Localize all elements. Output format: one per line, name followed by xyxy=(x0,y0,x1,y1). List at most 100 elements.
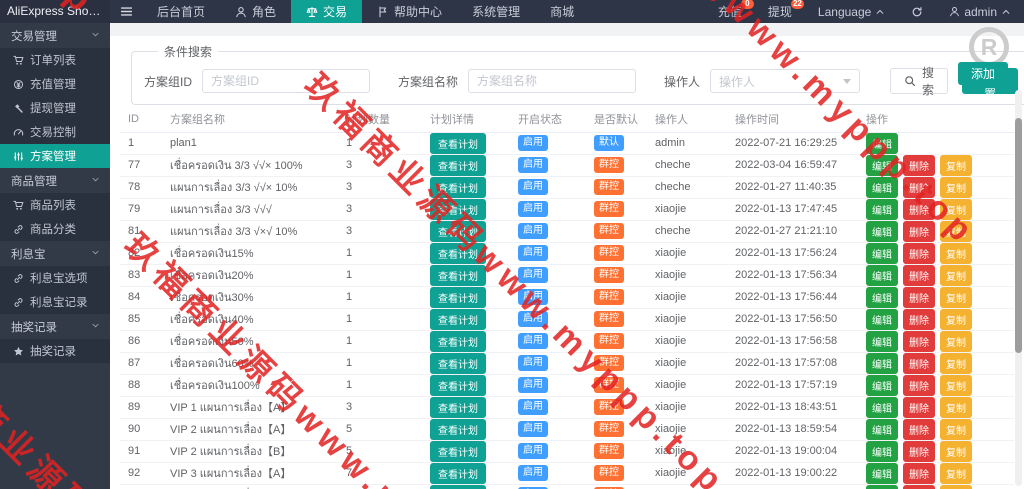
default-badge[interactable]: 群控 xyxy=(594,443,624,459)
edit-button[interactable]: 编辑 xyxy=(866,308,898,329)
status-badge[interactable]: 启用 xyxy=(518,201,548,217)
default-badge[interactable]: 群控 xyxy=(594,201,624,217)
default-badge[interactable]: 群控 xyxy=(594,465,624,481)
edit-button[interactable]: 编辑 xyxy=(866,220,898,241)
edit-button[interactable]: 编辑 xyxy=(866,352,898,373)
copy-button[interactable]: 复制 xyxy=(940,462,972,483)
copy-button[interactable]: 复制 xyxy=(940,374,972,395)
edit-button[interactable]: 编辑 xyxy=(866,418,898,439)
default-badge[interactable]: 默认 xyxy=(594,135,624,151)
sidebar-item-商品分类[interactable]: 商品分类 xyxy=(0,217,110,241)
edit-button[interactable]: 编辑 xyxy=(866,176,898,197)
status-badge[interactable]: 启用 xyxy=(518,289,548,305)
group-name-input[interactable] xyxy=(468,69,637,93)
copy-button[interactable]: 复制 xyxy=(940,484,972,489)
copy-button[interactable]: 复制 xyxy=(940,176,972,197)
default-badge[interactable]: 群控 xyxy=(594,157,624,173)
status-badge[interactable]: 启用 xyxy=(518,399,548,415)
view-plan-button[interactable]: 查看计划 xyxy=(430,198,486,219)
view-plan-button[interactable]: 查看计划 xyxy=(430,154,486,175)
topnav-item-system[interactable]: 系统管理 xyxy=(457,0,535,23)
view-plan-button[interactable]: 查看计划 xyxy=(430,176,486,197)
delete-button[interactable]: 删除 xyxy=(903,440,935,461)
view-plan-button[interactable]: 查看计划 xyxy=(430,352,486,373)
default-badge[interactable]: 群控 xyxy=(594,311,624,327)
status-badge[interactable]: 启用 xyxy=(518,443,548,459)
sidebar-item-订单列表[interactable]: 订单列表 xyxy=(0,48,110,72)
scrollbar-track[interactable] xyxy=(1015,90,1022,486)
view-plan-button[interactable]: 查看计划 xyxy=(430,396,486,417)
copy-button[interactable]: 复制 xyxy=(940,352,972,373)
view-plan-button[interactable]: 查看计划 xyxy=(430,132,486,153)
refresh-button[interactable] xyxy=(898,0,936,23)
operator-select[interactable]: 操作人 xyxy=(710,69,861,93)
delete-button[interactable]: 删除 xyxy=(903,352,935,373)
copy-button[interactable]: 复制 xyxy=(940,264,972,285)
menu-toggle-button[interactable] xyxy=(110,0,142,23)
delete-button[interactable]: 删除 xyxy=(903,286,935,307)
status-badge[interactable]: 启用 xyxy=(518,223,548,239)
copy-button[interactable]: 复制 xyxy=(940,220,972,241)
status-badge[interactable]: 启用 xyxy=(518,355,548,371)
edit-button[interactable]: 编辑 xyxy=(866,242,898,263)
view-plan-button[interactable]: 查看计划 xyxy=(430,462,486,483)
status-badge[interactable]: 启用 xyxy=(518,377,548,393)
delete-button[interactable]: 删除 xyxy=(903,154,935,175)
recharge-menu-item[interactable]: 充值 0 xyxy=(705,0,755,23)
language-menu-item[interactable]: Language xyxy=(805,0,898,23)
default-badge[interactable]: 群控 xyxy=(594,377,624,393)
user-menu-item[interactable]: admin xyxy=(936,0,1024,23)
view-plan-button[interactable]: 查看计划 xyxy=(430,242,486,263)
delete-button[interactable]: 删除 xyxy=(903,484,935,489)
default-badge[interactable]: 群控 xyxy=(594,333,624,349)
delete-button[interactable]: 删除 xyxy=(903,176,935,197)
status-badge[interactable]: 启用 xyxy=(518,333,548,349)
topnav-item-help[interactable]: 帮助中心 xyxy=(362,0,457,23)
sidebar-item-提现管理[interactable]: 提现管理 xyxy=(0,96,110,120)
delete-button[interactable]: 删除 xyxy=(903,308,935,329)
sidebar-item-交易控制[interactable]: 交易控制 xyxy=(0,120,110,144)
copy-button[interactable]: 复制 xyxy=(940,154,972,175)
edit-button[interactable]: 编辑 xyxy=(866,374,898,395)
sidebar-item-方案管理[interactable]: 方案管理 xyxy=(0,144,110,168)
status-badge[interactable]: 启用 xyxy=(518,267,548,283)
sidebar-item-商品列表[interactable]: 商品列表 xyxy=(0,193,110,217)
view-plan-button[interactable]: 查看计划 xyxy=(430,440,486,461)
copy-button[interactable]: 复制 xyxy=(940,242,972,263)
copy-button[interactable]: 复制 xyxy=(940,418,972,439)
sidebar-section-1[interactable]: 商品管理 xyxy=(0,168,110,193)
edit-button[interactable]: 编辑 xyxy=(866,396,898,417)
status-badge[interactable]: 启用 xyxy=(518,421,548,437)
status-badge[interactable]: 启用 xyxy=(518,311,548,327)
delete-button[interactable]: 删除 xyxy=(903,264,935,285)
status-badge[interactable]: 启用 xyxy=(518,157,548,173)
view-plan-button[interactable]: 查看计划 xyxy=(430,374,486,395)
sidebar-item-抽奖记录[interactable]: 抽奖记录 xyxy=(0,339,110,363)
default-badge[interactable]: 群控 xyxy=(594,223,624,239)
copy-button[interactable]: 复制 xyxy=(940,198,972,219)
delete-button[interactable]: 删除 xyxy=(903,462,935,483)
scrollbar-thumb[interactable] xyxy=(1015,118,1022,353)
withdraw-menu-item[interactable]: 提现 22 xyxy=(755,0,805,23)
copy-button[interactable]: 复制 xyxy=(940,286,972,307)
status-badge[interactable]: 启用 xyxy=(518,135,548,151)
view-plan-button[interactable]: 查看计划 xyxy=(430,418,486,439)
default-badge[interactable]: 群控 xyxy=(594,267,624,283)
view-plan-button[interactable]: 查看计划 xyxy=(430,286,486,307)
default-badge[interactable]: 群控 xyxy=(594,399,624,415)
copy-button[interactable]: 复制 xyxy=(940,440,972,461)
status-badge[interactable]: 启用 xyxy=(518,465,548,481)
topnav-item-roles[interactable]: 角色 xyxy=(220,0,291,23)
delete-button[interactable]: 删除 xyxy=(903,418,935,439)
delete-button[interactable]: 删除 xyxy=(903,374,935,395)
default-badge[interactable]: 群控 xyxy=(594,421,624,437)
view-plan-button[interactable]: 查看计划 xyxy=(430,220,486,241)
copy-button[interactable]: 复制 xyxy=(940,308,972,329)
sidebar-item-利息宝记录[interactable]: 利息宝记录 xyxy=(0,290,110,314)
edit-button[interactable]: 编辑 xyxy=(866,286,898,307)
topnav-item-home[interactable]: 后台首页 xyxy=(142,0,220,23)
default-badge[interactable]: 群控 xyxy=(594,179,624,195)
status-badge[interactable]: 启用 xyxy=(518,245,548,261)
sidebar-section-3[interactable]: 抽奖记录 xyxy=(0,314,110,339)
sidebar-section-2[interactable]: 利息宝 xyxy=(0,241,110,266)
